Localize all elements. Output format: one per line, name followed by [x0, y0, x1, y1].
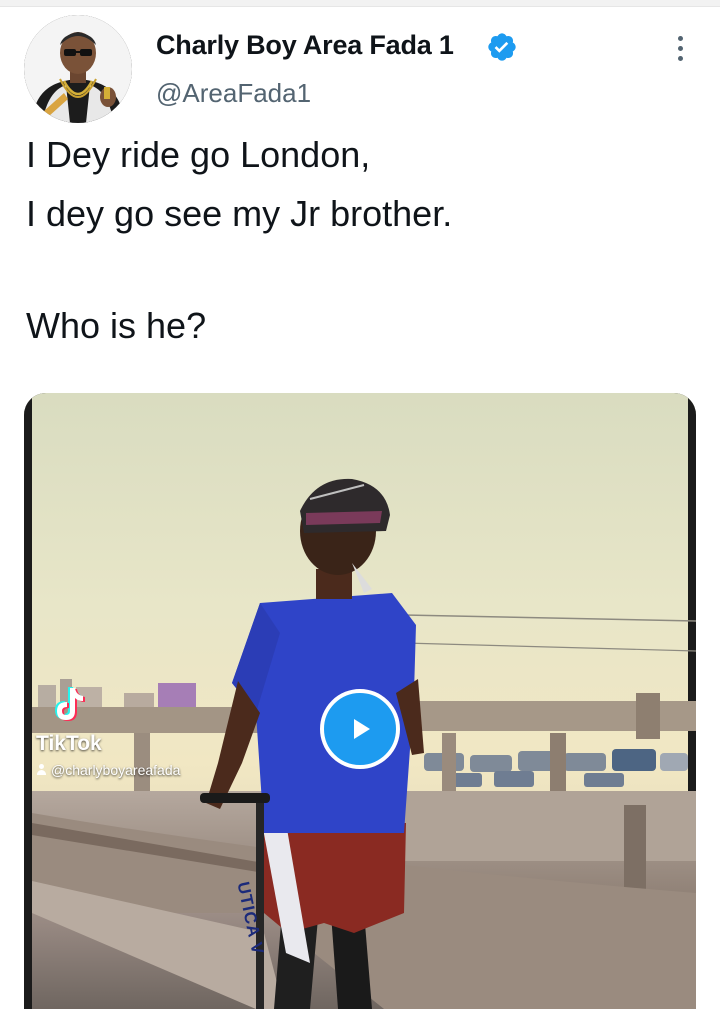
- play-button[interactable]: [320, 689, 400, 769]
- tiktok-handle-text: @charlyboyareafada: [51, 762, 181, 778]
- more-options-icon[interactable]: [664, 28, 696, 68]
- avatar-illustration: [24, 15, 132, 123]
- play-icon: [354, 719, 370, 739]
- user-icon: [36, 764, 47, 776]
- verified-badge-icon: [488, 33, 516, 61]
- author-avatar[interactable]: [24, 15, 132, 123]
- more-dot: [677, 55, 683, 61]
- tweet-text-line: Who is he?: [26, 305, 207, 346]
- more-dot: [677, 45, 683, 51]
- tiktok-logo-icon: [55, 687, 85, 721]
- author-handle[interactable]: @AreaFada1: [156, 78, 311, 109]
- tweet-text-line: I dey go see my Jr brother.: [26, 193, 453, 234]
- tweet-text-line: I Dey ride go London,: [26, 134, 371, 175]
- author-name[interactable]: Charly Boy Area Fada 1: [156, 30, 454, 61]
- tiktok-handle: @charlyboyareafada: [36, 762, 180, 778]
- more-dot: [677, 35, 683, 41]
- tiktok-wordmark: TikTok: [36, 732, 102, 755]
- top-divider: [0, 0, 720, 7]
